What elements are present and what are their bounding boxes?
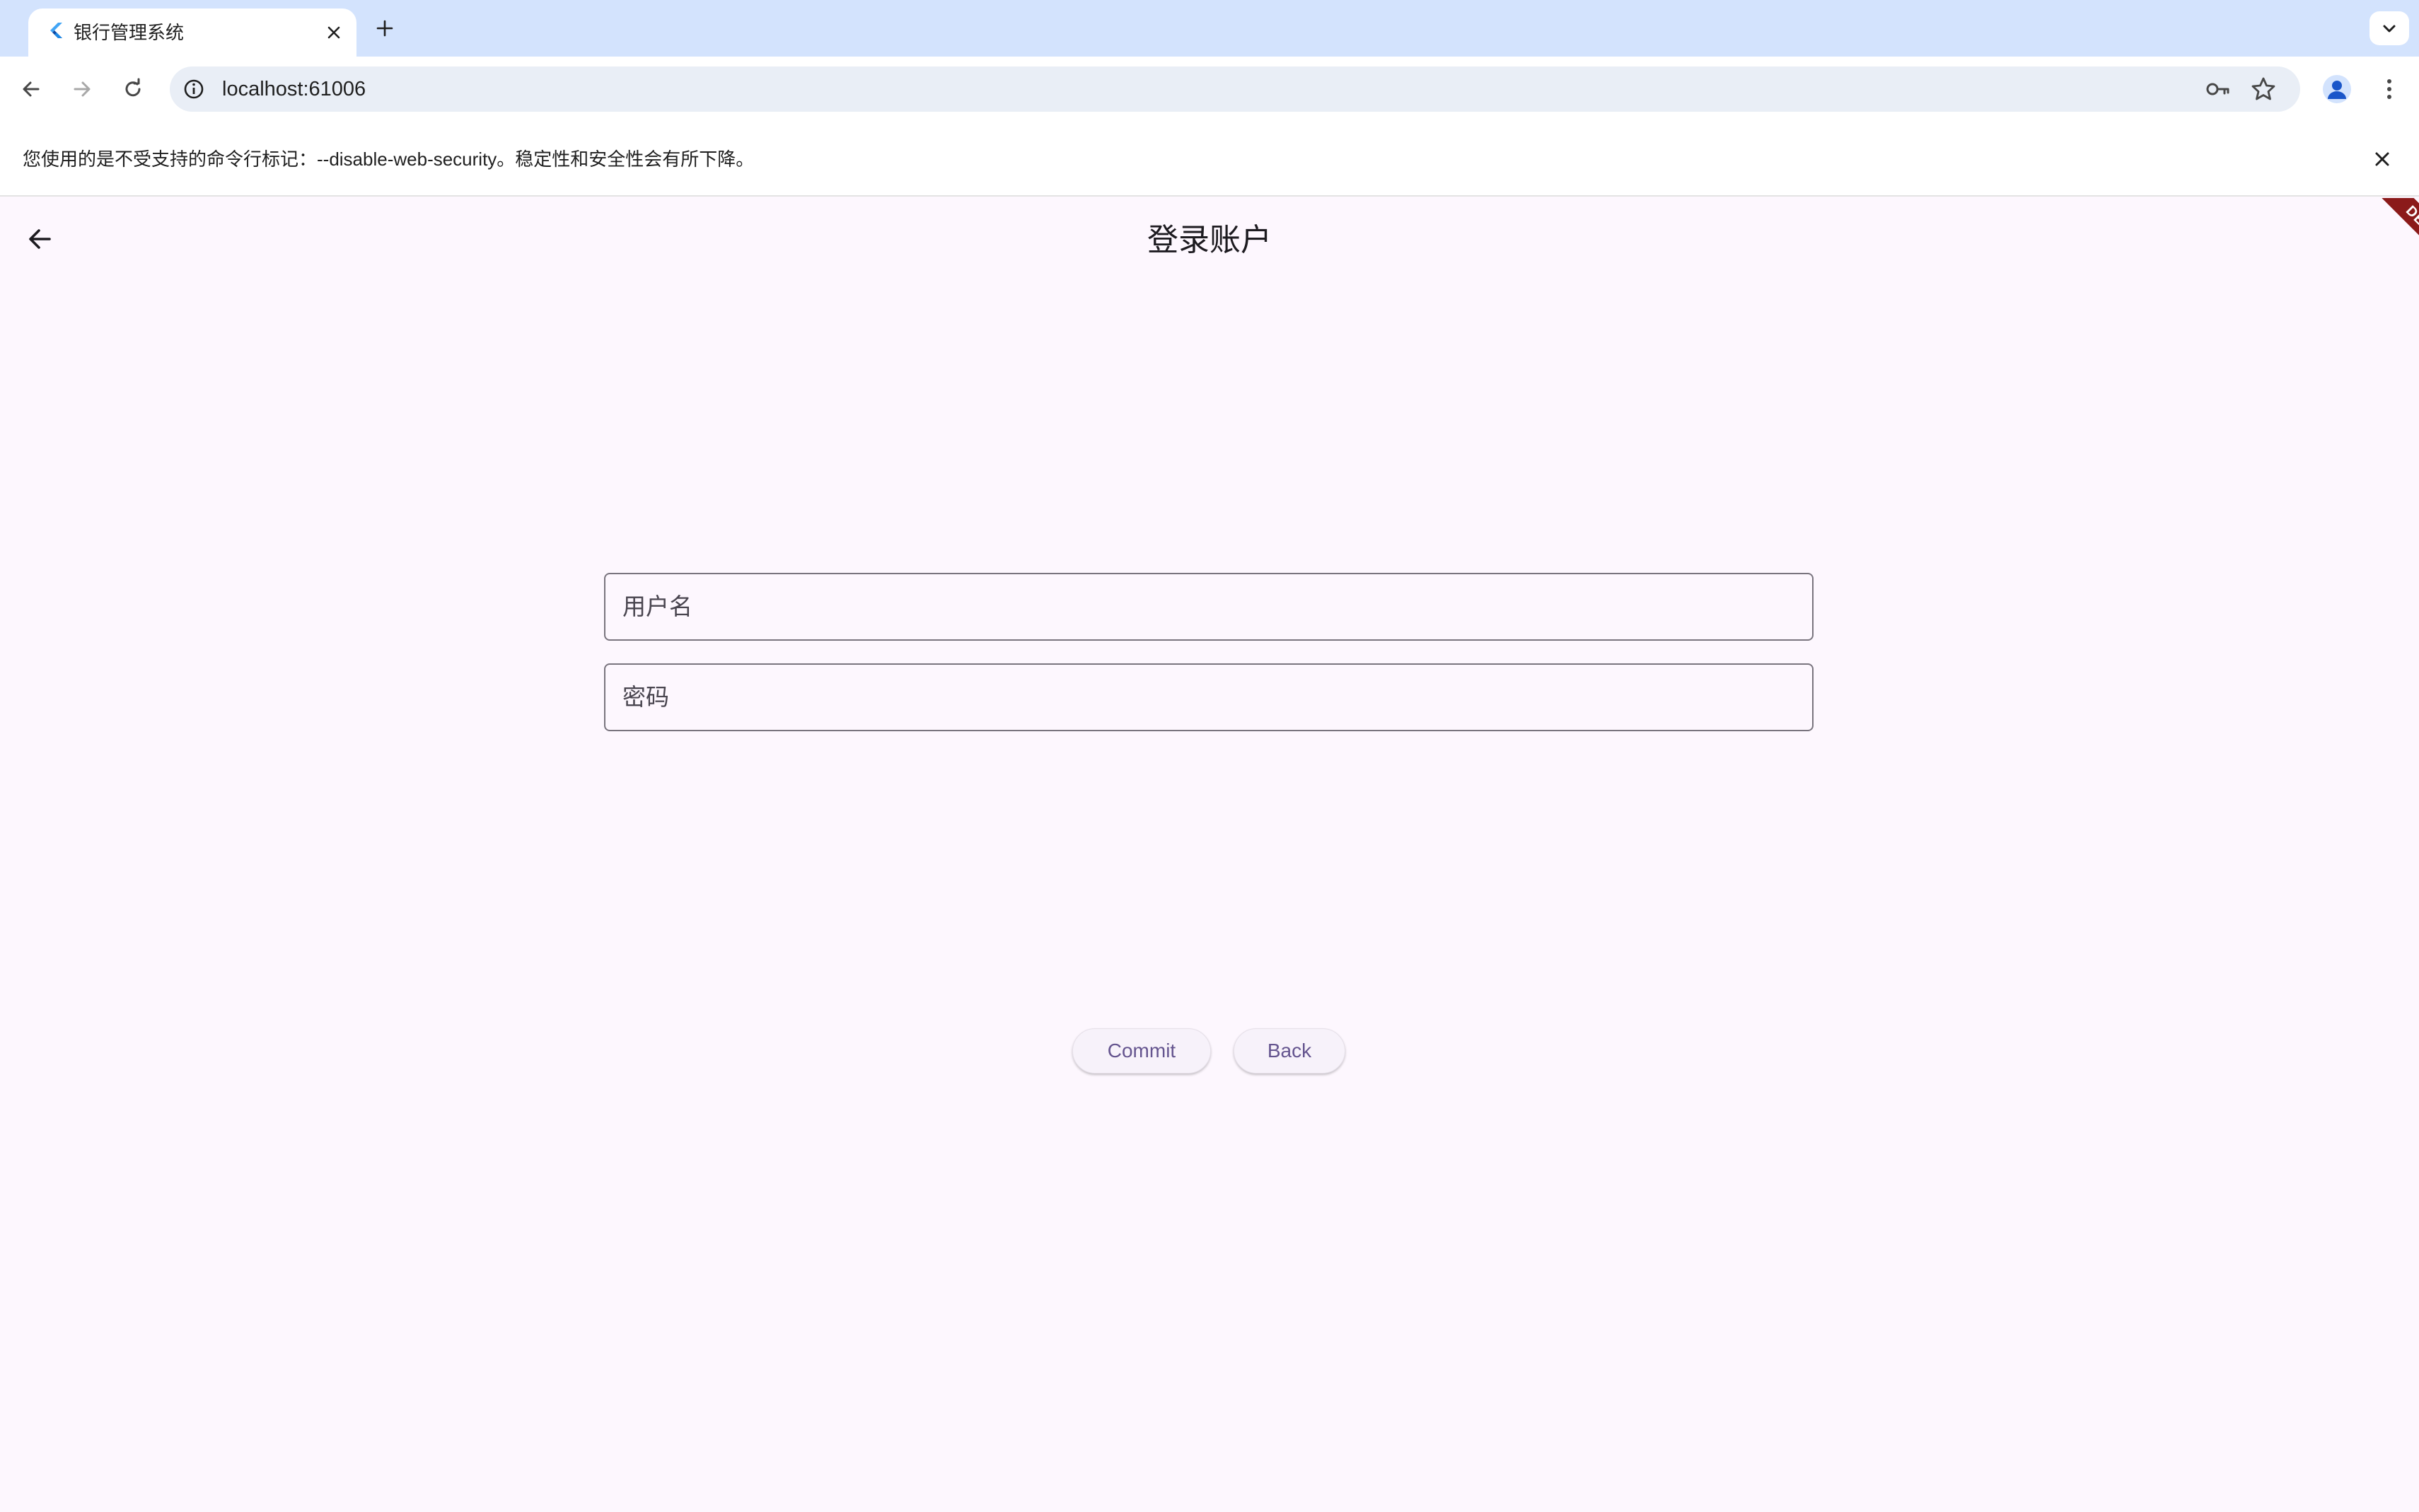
tab-title: 银行管理系统: [74, 22, 185, 43]
more-vert-icon[interactable]: [2374, 74, 2405, 105]
password-input[interactable]: [605, 665, 1812, 730]
page-title: 登录账户: [1147, 223, 1272, 257]
back-button[interactable]: Back: [1234, 1028, 1345, 1074]
debug-banner: DEBUG: [2364, 198, 2419, 291]
avatar-icon[interactable]: [2323, 75, 2351, 103]
plus-icon[interactable]: [369, 13, 400, 44]
tab-strip: 银行管理系统: [0, 0, 2419, 57]
username-field[interactable]: [604, 573, 1814, 641]
close-icon[interactable]: [2368, 145, 2396, 173]
reload-icon[interactable]: [116, 72, 150, 106]
commit-button[interactable]: Commit: [1072, 1028, 1211, 1074]
info-icon[interactable]: [181, 76, 207, 102]
browser-toolbar: localhost:61006: [0, 57, 2419, 122]
close-icon[interactable]: [320, 18, 348, 47]
infobar-message: 您使用的是不受支持的命令行标记：--disable-web-security。稳…: [23, 149, 755, 170]
arrow-right-icon[interactable]: [65, 72, 99, 106]
username-input[interactable]: [605, 574, 1812, 639]
url-text[interactable]: localhost:61006: [222, 66, 366, 112]
arrow-left-icon[interactable]: [20, 219, 59, 259]
arrow-left-icon[interactable]: [14, 72, 48, 106]
star-icon[interactable]: [2249, 75, 2278, 103]
warning-infobar: 您使用的是不受支持的命令行标记：--disable-web-security。稳…: [0, 122, 2419, 197]
app-viewport: 登录账户 DEBUG Commit Back: [0, 198, 2419, 1512]
chevron-down-icon[interactable]: [2369, 11, 2409, 45]
key-icon[interactable]: [2204, 75, 2232, 103]
password-field[interactable]: [604, 663, 1814, 731]
browser-tab[interactable]: 银行管理系统: [28, 8, 356, 57]
flutter-icon: [44, 20, 69, 45]
address-bar[interactable]: localhost:61006: [170, 66, 2300, 112]
